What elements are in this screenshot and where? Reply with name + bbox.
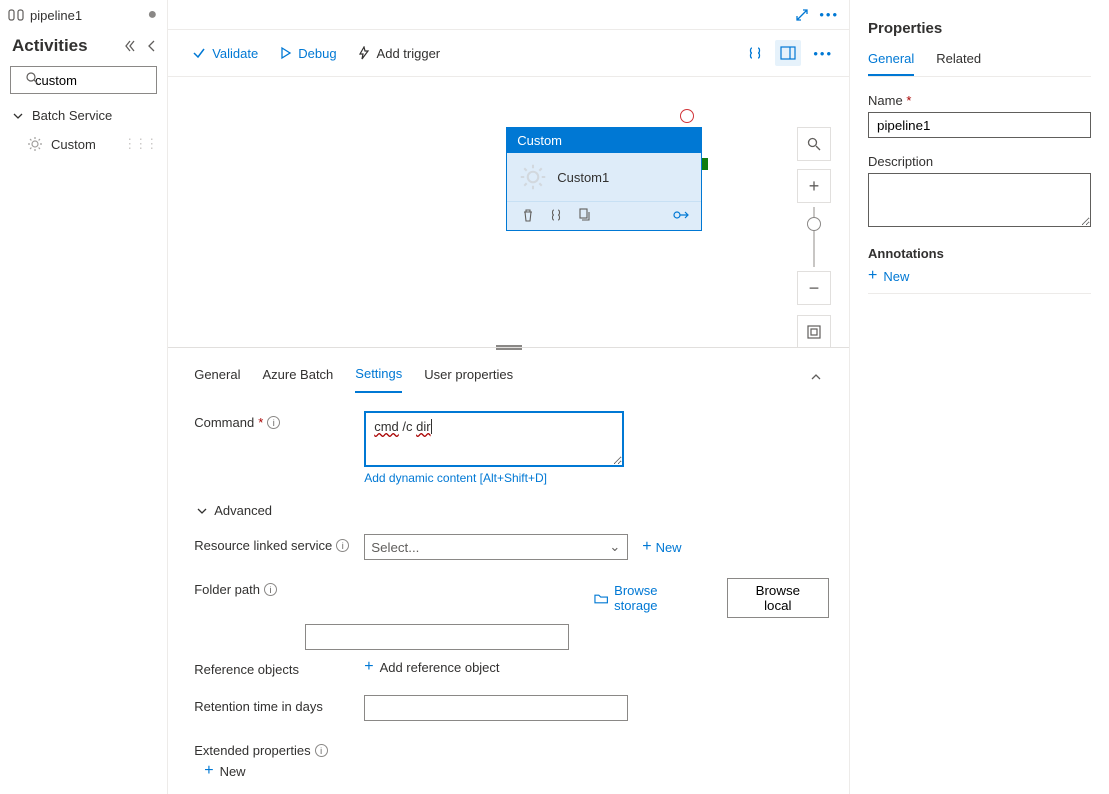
add-trigger-label: Add trigger [377, 46, 441, 61]
required-icon: * [906, 93, 911, 108]
command-label: Command [194, 415, 254, 430]
delete-icon[interactable] [521, 208, 535, 222]
zoom-in-button[interactable]: + [797, 169, 831, 203]
activity-header: Custom [507, 128, 701, 153]
pipeline-icon [8, 7, 24, 23]
code-icon[interactable] [747, 45, 763, 61]
copy-icon[interactable] [577, 208, 591, 222]
resource-linked-select[interactable]: Select... [364, 534, 628, 560]
properties-tab-general[interactable]: General [868, 51, 914, 76]
gear-icon [27, 136, 43, 152]
chevron-down-icon [12, 110, 24, 122]
extended-props-label: Extended properties [194, 743, 310, 758]
activities-heading: Activities [12, 36, 88, 56]
collapse-panel-icon[interactable] [809, 370, 829, 384]
activity-label: Custom [51, 137, 96, 152]
zoom-out-button[interactable]: − [797, 271, 831, 305]
tab-settings[interactable]: Settings [355, 360, 402, 393]
browse-storage-link[interactable]: Browse storage [594, 583, 701, 613]
new-extended-prop-button[interactable]: +New [204, 762, 245, 780]
properties-toggle-icon[interactable] [775, 40, 801, 66]
tab-title: pipeline1 [30, 8, 82, 23]
new-annotation-button[interactable]: +New [868, 267, 1091, 294]
description-label: Description [868, 154, 1091, 169]
retention-input[interactable] [364, 695, 628, 721]
tab-user-properties[interactable]: User properties [424, 361, 513, 392]
more-icon[interactable]: ••• [819, 7, 839, 22]
reference-objects-label: Reference objects [194, 662, 299, 677]
info-icon[interactable]: i [336, 539, 349, 552]
flow-icon[interactable] [673, 208, 691, 222]
pipeline-tab[interactable]: pipeline1 ● [0, 0, 167, 28]
zoom-fit-button[interactable] [797, 315, 831, 347]
pipeline-name-input[interactable] [868, 112, 1091, 138]
new-linked-service-button[interactable]: +New [642, 538, 681, 556]
zoom-handle[interactable] [807, 217, 821, 231]
category-label: Batch Service [32, 108, 112, 123]
code-braces-icon[interactable] [549, 208, 563, 222]
validate-label: Validate [212, 46, 258, 61]
gear-icon [519, 163, 547, 191]
debug-label: Debug [298, 46, 336, 61]
collapse-icon[interactable] [147, 39, 157, 53]
activity-item-custom[interactable]: Custom ⋮⋮⋮ [0, 129, 167, 159]
browse-local-button[interactable]: Browse local [727, 578, 829, 618]
folder-path-input[interactable] [305, 624, 569, 650]
grip-icon: ⋮⋮⋮ [123, 136, 156, 152]
annotations-label: Annotations [868, 246, 1091, 261]
activity-card-custom1[interactable]: Custom Custom1 [506, 127, 702, 231]
category-batch-service[interactable]: Batch Service [0, 102, 167, 129]
add-reference-button[interactable]: +Add reference object [364, 658, 499, 676]
tab-general[interactable]: General [194, 361, 240, 392]
info-icon[interactable]: i [264, 583, 277, 596]
advanced-label: Advanced [214, 503, 272, 518]
add-trigger-button[interactable]: Add trigger [357, 46, 441, 61]
folder-path-label: Folder path [194, 582, 260, 597]
name-label: Name [868, 93, 903, 108]
activity-name: Custom1 [557, 170, 609, 185]
resource-linked-label: Resource linked service [194, 538, 332, 553]
pipeline-canvas[interactable]: Custom Custom1 + − [168, 77, 849, 347]
retention-label: Retention time in days [194, 699, 323, 714]
success-connector-icon[interactable] [701, 158, 708, 170]
more-actions-icon[interactable]: ••• [813, 46, 833, 61]
description-input[interactable] [868, 173, 1091, 227]
tab-azure-batch[interactable]: Azure Batch [262, 361, 333, 392]
canvas-search-button[interactable] [797, 127, 831, 161]
zoom-slider[interactable] [813, 207, 815, 267]
add-dynamic-content-link[interactable]: Add dynamic content [Alt+Shift+D] [364, 471, 624, 485]
command-input[interactable]: cmd /c dir​ [364, 411, 624, 467]
search-icon [26, 72, 39, 85]
required-icon: * [258, 415, 263, 430]
properties-tab-related[interactable]: Related [936, 51, 981, 76]
info-icon[interactable]: i [267, 416, 280, 429]
validation-error-icon [680, 109, 694, 123]
debug-button[interactable]: Debug [278, 46, 336, 61]
collapse-double-icon[interactable] [125, 39, 139, 53]
validate-button[interactable]: Validate [192, 46, 258, 61]
properties-title: Properties [868, 20, 1091, 37]
expand-icon[interactable] [795, 8, 809, 22]
panel-resize-handle[interactable] [496, 345, 522, 351]
unsaved-dot-icon: ● [148, 6, 158, 24]
info-icon[interactable]: i [315, 744, 328, 757]
advanced-toggle[interactable]: Advanced [196, 503, 829, 518]
